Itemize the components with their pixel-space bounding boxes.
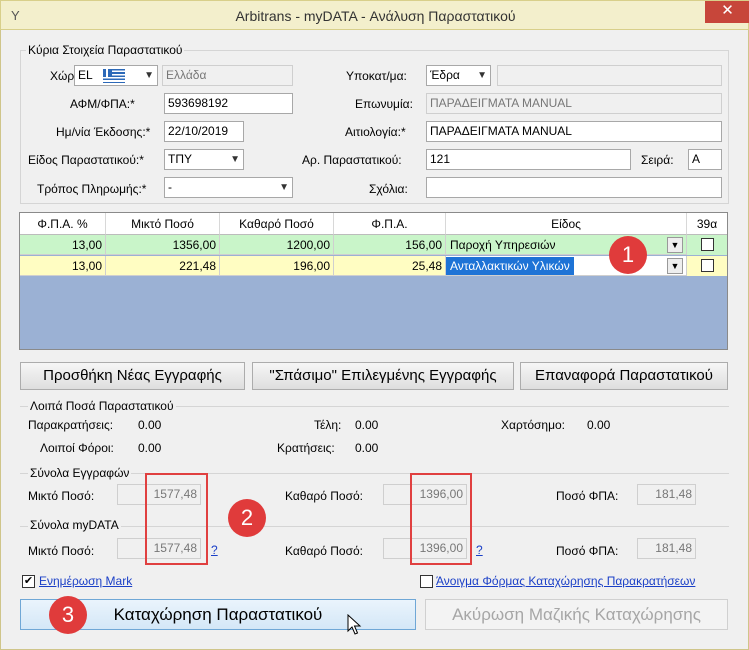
- other-taxes-label: Λοιποί Φόροι:: [40, 441, 114, 455]
- open-withholding-checkbox[interactable]: [420, 575, 433, 588]
- payment-value: -: [168, 180, 172, 194]
- net-highlight-box: [410, 473, 472, 565]
- gross-highlight-box: [145, 473, 208, 565]
- cell-net[interactable]: 1200,00: [220, 235, 334, 255]
- mouse-cursor-icon: [347, 614, 362, 635]
- reason-field[interactable]: ΠΑΡΑΔΕΙΓΜΑΤΑ MANUAL: [426, 121, 722, 142]
- notes-label: Σχόλια:: [369, 182, 408, 196]
- chevron-down-icon[interactable]: ▼: [667, 237, 683, 253]
- greek-flag-icon: [102, 68, 125, 83]
- doc-type-label: Είδος Παραστατικού:*: [28, 153, 144, 167]
- cell-vat[interactable]: 156,00: [334, 235, 446, 255]
- cell-kind[interactable]: Ανταλλακτικών Υλικών: [446, 256, 687, 276]
- date-field[interactable]: 22/10/2019: [164, 121, 244, 142]
- chevron-down-icon: ▼: [477, 70, 487, 81]
- col-header-kind[interactable]: Είδος: [446, 213, 687, 235]
- cell-vat-pct[interactable]: 13,00: [20, 235, 106, 255]
- col-header-net[interactable]: Καθαρό Ποσό: [220, 213, 334, 235]
- name-label: Επωνυμία:: [355, 97, 413, 111]
- kind-value: Παροχή Υπηρεσιών: [450, 238, 556, 252]
- vat-field[interactable]: 593698192: [164, 93, 293, 114]
- add-entry-button[interactable]: Προσθήκη Νέας Εγγραφής: [20, 362, 245, 390]
- withholdings-label: Παρακρατήσεις:: [28, 418, 114, 432]
- cell-vat[interactable]: 25,48: [334, 256, 446, 276]
- vat-label: ΑΦΜ/ΦΠΑ:*: [70, 97, 135, 111]
- other-amounts-legend: Λοιπά Ποσά Παραστατικού: [28, 399, 176, 413]
- stamp-duty-value: 0.00: [587, 418, 611, 432]
- other-taxes-value: 0.00: [138, 441, 162, 455]
- entry-gross-label: Μικτό Ποσό:: [28, 489, 95, 503]
- cell-kind[interactable]: Παροχή Υπηρεσιών: [446, 235, 687, 255]
- entries-grid: Φ.Π.Α. % Μικτό Ποσό Καθαρό Ποσό Φ.Π.Α. Ε…: [19, 212, 728, 350]
- reset-document-button[interactable]: Επαναφορά Παραστατικού: [520, 362, 728, 390]
- chevron-down-icon: ▼: [144, 70, 154, 81]
- payment-label: Τρόπος Πληρωμής:*: [37, 182, 147, 196]
- name-field: ΠΑΡΑΔΕΙΓΜΑΤΑ MANUAL: [426, 93, 722, 114]
- row-39a-checkbox[interactable]: [701, 238, 714, 251]
- open-withholding-label[interactable]: Άνοιγμα Φόρμας Καταχώρησης Παρακρατήσεων: [436, 574, 695, 588]
- mydata-net-label: Καθαρό Ποσό:: [285, 544, 363, 558]
- payment-combo[interactable]: - ▼: [164, 177, 293, 198]
- chevron-down-icon: ▼: [279, 182, 289, 193]
- fees-value: 0.00: [355, 418, 379, 432]
- entry-totals-legend: Σύνολα Εγγραφών: [28, 466, 132, 480]
- mydata-net-help-link[interactable]: ?: [476, 543, 483, 557]
- series-field[interactable]: A: [688, 149, 722, 170]
- branch-combo[interactable]: Έδρα ▼: [426, 65, 491, 86]
- country-code: EL: [78, 68, 93, 82]
- withholdings-value: 0.00: [138, 418, 162, 432]
- mydata-totals-legend: Σύνολα myDATA: [28, 518, 121, 532]
- date-label: Ημ/νία Έκδοσης:*: [56, 125, 151, 139]
- branch-value: Έδρα: [430, 68, 460, 82]
- update-mark-label[interactable]: Ενημέρωση Mark: [39, 574, 132, 588]
- mydata-vat-field: 181,48: [637, 538, 696, 559]
- mydata-vat-label: Ποσό ΦΠΑ:: [556, 544, 619, 558]
- branch-label: Υποκατ/μα:: [346, 69, 407, 83]
- country-combo[interactable]: EL ▼: [74, 65, 158, 86]
- fees-label: Τέλη:: [314, 418, 342, 432]
- kind-value-selected: Ανταλλακτικών Υλικών: [446, 257, 574, 275]
- mydata-gross-label: Μικτό Ποσό:: [28, 544, 95, 558]
- col-header-vat-pct[interactable]: Φ.Π.Α. %: [20, 213, 106, 235]
- cell-gross[interactable]: 1356,00: [106, 235, 220, 255]
- chevron-down-icon[interactable]: ▼: [667, 258, 683, 274]
- cell-gross[interactable]: 221,48: [106, 256, 220, 276]
- doc-type-combo[interactable]: ΤΠΥ ▼: [164, 149, 244, 170]
- row-39a-checkbox[interactable]: [701, 259, 714, 272]
- callout-badge-1: 1: [609, 236, 647, 274]
- cancel-bulk-button: Ακύρωση Μαζικής Καταχώρησης: [425, 599, 728, 630]
- deductions-value: 0.00: [355, 441, 379, 455]
- chevron-down-icon: ▼: [230, 154, 240, 165]
- series-label: Σειρά:: [641, 153, 674, 167]
- col-header-gross[interactable]: Μικτό Ποσό: [106, 213, 220, 235]
- col-header-vat[interactable]: Φ.Π.Α.: [334, 213, 446, 235]
- title-bar: Y Arbitrans - myDATA - Ανάλυση Παραστατι…: [0, 0, 749, 30]
- entry-vat-field: 181,48: [637, 484, 696, 505]
- doc-number-label: Αρ. Παραστατικού:: [302, 153, 402, 167]
- branch-extra-field: [497, 65, 722, 86]
- doc-number-field[interactable]: 121: [426, 149, 631, 170]
- mydata-gross-help-link[interactable]: ?: [211, 543, 218, 557]
- callout-badge-3: 3: [49, 596, 87, 634]
- window-title: Arbitrans - myDATA - Ανάλυση Παραστατικο…: [235, 8, 516, 24]
- cell-vat-pct[interactable]: 13,00: [20, 256, 106, 276]
- split-entry-button[interactable]: "Σπάσιμο" Επιλεγμένης Εγγραφής: [252, 362, 514, 390]
- stamp-duty-label: Χαρτόσημο:: [501, 418, 566, 432]
- doc-type-value: ΤΠΥ: [168, 152, 192, 166]
- notes-field[interactable]: [426, 177, 722, 198]
- entry-net-label: Καθαρό Ποσό:: [285, 489, 363, 503]
- callout-badge-2: 2: [228, 499, 266, 537]
- main-details-legend: Κύρια Στοιχεία Παραστατικού: [26, 43, 185, 57]
- entry-vat-label: Ποσό ΦΠΑ:: [556, 489, 619, 503]
- close-button[interactable]: ✕: [705, 1, 749, 23]
- reason-label: Αιτιολογία:*: [345, 125, 406, 139]
- deductions-label: Κρατήσεις:: [277, 441, 335, 455]
- update-mark-checkbox[interactable]: ✔: [22, 575, 35, 588]
- cell-net[interactable]: 196,00: [220, 256, 334, 276]
- col-header-39a[interactable]: 39α: [687, 213, 727, 235]
- country-name-field: Ελλάδα: [162, 65, 293, 86]
